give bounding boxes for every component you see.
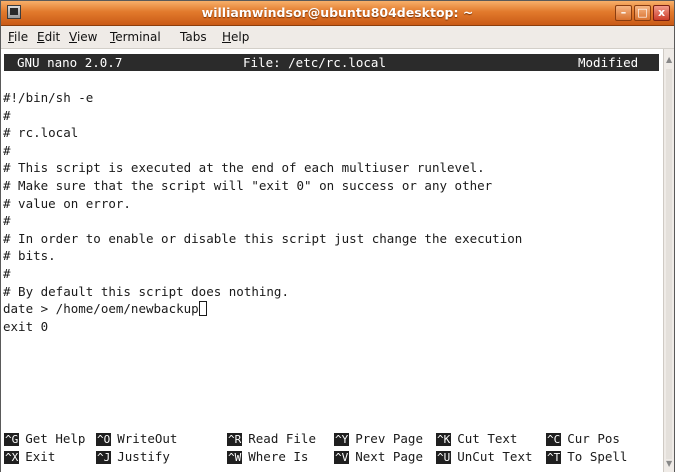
- shortcut-key: ^Y: [334, 433, 350, 446]
- menu-view-label: iew: [76, 30, 98, 44]
- terminal-window: williamwindsor@ubuntu804desktop: ~ – □ x…: [0, 0, 675, 472]
- menu-help[interactable]: Help: [222, 30, 249, 44]
- editor-line: #: [3, 142, 11, 158]
- shortcut-label: Read File: [248, 431, 316, 446]
- shortcut-get-help[interactable]: ^G Get Help: [4, 431, 85, 446]
- editor-line: # In order to enable or disable this scr…: [3, 230, 523, 246]
- editor-line: #: [3, 265, 11, 281]
- shortcut-key: ^G: [4, 433, 20, 446]
- shortcut-writeout[interactable]: ^O WriteOut: [96, 431, 177, 446]
- shortcut-label: Next Page: [355, 449, 423, 464]
- menu-file[interactable]: File: [8, 30, 28, 44]
- close-button[interactable]: x: [653, 5, 670, 21]
- menu-view[interactable]: View: [69, 30, 97, 44]
- editor-buffer[interactable]: #!/bin/sh -e # # rc.local # # This scrip…: [3, 89, 522, 335]
- shortcut-key: ^J: [96, 451, 112, 464]
- shortcut-label: Cut Text: [457, 431, 518, 446]
- editor-line: # value on error.: [3, 195, 131, 211]
- editor-line: # This script is executed at the end of …: [3, 160, 485, 176]
- shortcut-exit[interactable]: ^X Exit: [4, 449, 55, 464]
- nano-status-bar: GNU nano 2.0.7 File: /etc/rc.local Modif…: [4, 54, 659, 71]
- editor-line: # bits.: [3, 248, 56, 264]
- menu-help-mnemonic: H: [222, 30, 232, 44]
- shortcut-key: ^W: [227, 451, 243, 464]
- menu-view-mnemonic: V: [69, 30, 77, 44]
- shortcut-justify[interactable]: ^J Justify: [96, 449, 170, 464]
- shortcut-label: Justify: [117, 449, 170, 464]
- shortcut-read-file[interactable]: ^R Read File: [227, 431, 316, 446]
- shortcut-label: UnCut Text: [457, 449, 533, 464]
- menu-edit[interactable]: Edit: [37, 30, 60, 44]
- maximize-button[interactable]: □: [634, 5, 651, 21]
- nano-filename: File: /etc/rc.local: [243, 55, 386, 70]
- shortcut-label: Cur Pos: [567, 431, 620, 446]
- scroll-up-arrow-icon[interactable]: ▲: [666, 55, 672, 64]
- menu-tabs-mnemonic: Ta: [180, 30, 193, 44]
- menu-terminal-label: erminal: [115, 30, 161, 44]
- shortcut-label: Exit: [25, 449, 56, 464]
- menu-tabs[interactable]: Tabs: [180, 30, 207, 44]
- shortcut-uncut-text[interactable]: ^U UnCut Text: [436, 449, 533, 464]
- shortcut-to-spell[interactable]: ^T To Spell: [546, 449, 627, 464]
- menu-help-label: elp: [231, 30, 250, 44]
- shortcut-cut-text[interactable]: ^K Cut Text: [436, 431, 517, 446]
- shortcut-label: Prev Page: [355, 431, 423, 446]
- shortcut-label: To Spell: [567, 449, 628, 464]
- editor-line-text: date > /home/oem/newbackup: [3, 301, 199, 317]
- editor-line-cursor: date > /home/oem/newbackup: [3, 300, 522, 318]
- title-bar[interactable]: williamwindsor@ubuntu804desktop: ~ – □ x: [1, 1, 674, 26]
- editor-line: # rc.local: [3, 125, 79, 141]
- minimize-button[interactable]: –: [615, 5, 632, 21]
- shortcut-key: ^X: [4, 451, 20, 464]
- editor-line: # By default this script does nothing.: [3, 283, 289, 299]
- menu-edit-mnemonic: E: [37, 30, 45, 44]
- scroll-down-arrow-icon[interactable]: ▼: [666, 459, 672, 468]
- menu-edit-label: dit: [44, 30, 61, 44]
- terminal-area[interactable]: GNU nano 2.0.7 File: /etc/rc.local Modif…: [1, 49, 663, 472]
- shortcut-label: Get Help: [25, 431, 86, 446]
- nano-modified-flag: Modified: [578, 55, 639, 70]
- shortcut-label: WriteOut: [117, 431, 178, 446]
- vertical-scrollbar[interactable]: ▲ ▼: [663, 49, 674, 472]
- shortcut-key: ^T: [546, 451, 562, 464]
- text-cursor: [198, 301, 207, 317]
- scrollbar-track[interactable]: [666, 69, 672, 459]
- shortcut-key: ^R: [227, 433, 243, 446]
- window-title: williamwindsor@ubuntu804desktop: ~: [201, 5, 474, 20]
- shortcut-key: ^C: [546, 433, 562, 446]
- nano-version: GNU nano 2.0.7: [17, 55, 123, 70]
- editor-line: exit 0: [3, 318, 49, 334]
- shortcut-key: ^U: [436, 451, 452, 464]
- menu-terminal[interactable]: Terminal: [110, 30, 161, 44]
- shortcut-cur-pos[interactable]: ^C Cur Pos: [546, 431, 620, 446]
- shortcut-key: ^K: [436, 433, 452, 446]
- editor-line: #!/bin/sh -e: [3, 90, 94, 105]
- menu-file-label: ile: [14, 30, 29, 44]
- editor-line: # Make sure that the script will "exit 0…: [3, 177, 493, 193]
- shortcut-key: ^V: [334, 451, 350, 464]
- shortcut-key: ^O: [96, 433, 112, 446]
- menu-tabs-label: bs: [192, 30, 207, 44]
- shortcut-next-page[interactable]: ^V Next Page: [334, 449, 423, 464]
- editor-line: #: [3, 107, 11, 123]
- shortcut-where-is[interactable]: ^W Where Is: [227, 449, 308, 464]
- shortcut-label: Where Is: [248, 449, 309, 464]
- shortcut-prev-page[interactable]: ^Y Prev Page: [334, 431, 423, 446]
- editor-line: #: [3, 213, 11, 229]
- menu-bar: File Edit View Terminal Tabs Help: [1, 26, 674, 49]
